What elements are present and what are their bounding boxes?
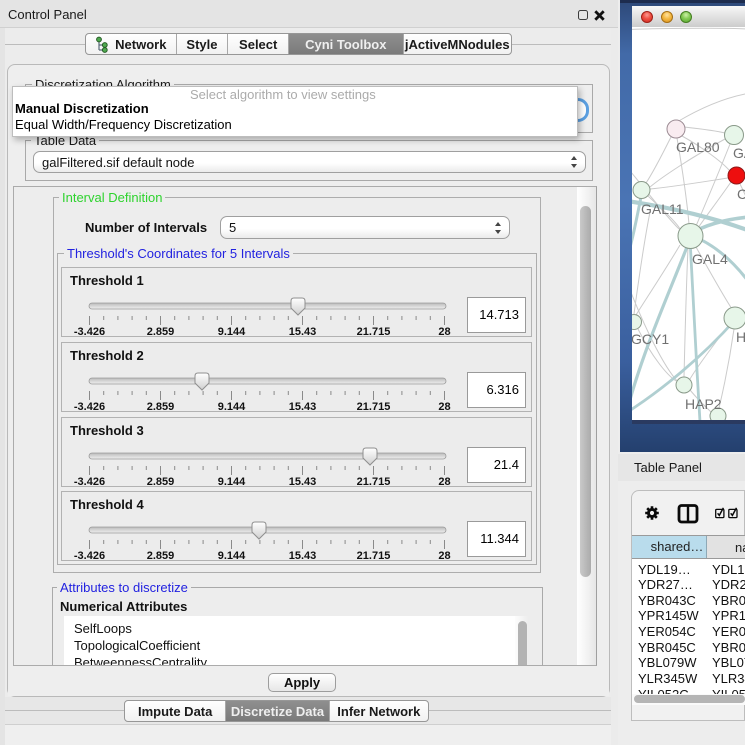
svg-text:-3.426: -3.426 (74, 550, 105, 560)
svg-text:28: 28 (438, 550, 450, 560)
svg-text:GCY1: GCY1 (632, 331, 669, 347)
svg-text:2.859: 2.859 (147, 550, 175, 560)
svg-text:28: 28 (438, 476, 450, 486)
svg-text:GA: GA (733, 145, 745, 161)
svg-text:9.144: 9.144 (218, 476, 246, 486)
svg-text:CY: CY (737, 186, 745, 202)
svg-text:28: 28 (438, 326, 450, 336)
svg-text:2.859: 2.859 (147, 476, 175, 486)
svg-text:2.859: 2.859 (147, 401, 175, 411)
svg-text:GAL4: GAL4 (692, 251, 728, 267)
svg-text:-3.426: -3.426 (74, 401, 105, 411)
svg-text:-3.426: -3.426 (74, 326, 105, 336)
svg-text:15.43: 15.43 (289, 550, 317, 560)
svg-text:9.144: 9.144 (218, 326, 246, 336)
svg-text:21.715: 21.715 (357, 326, 391, 336)
svg-text:HAP2: HAP2 (685, 396, 722, 412)
svg-text:-3.426: -3.426 (74, 476, 105, 486)
svg-text:28: 28 (438, 401, 450, 411)
svg-text:15.43: 15.43 (289, 326, 317, 336)
svg-text:15.43: 15.43 (289, 476, 317, 486)
svg-text:21.715: 21.715 (357, 401, 391, 411)
svg-text:9.144: 9.144 (218, 550, 246, 560)
svg-text:HA: HA (736, 329, 745, 345)
svg-text:21.715: 21.715 (357, 550, 391, 560)
svg-text:2.859: 2.859 (147, 326, 175, 336)
svg-text:GAL11: GAL11 (641, 201, 684, 217)
svg-text:9.144: 9.144 (218, 401, 246, 411)
svg-text:15.43: 15.43 (289, 401, 317, 411)
svg-text:21.715: 21.715 (357, 476, 391, 486)
svg-text:GAL80: GAL80 (676, 139, 720, 155)
